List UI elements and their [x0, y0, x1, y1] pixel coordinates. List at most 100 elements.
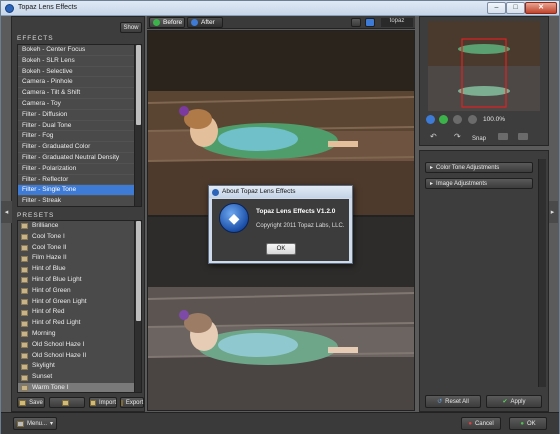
- close-button[interactable]: ✕: [525, 2, 557, 14]
- diamond-logo-icon: ◆: [219, 203, 249, 233]
- preset-label: Brilliance: [32, 222, 59, 229]
- save-label: Save: [29, 399, 43, 406]
- effects-scrollbar[interactable]: [134, 45, 141, 206]
- effects-scroll-thumb[interactable]: [136, 45, 141, 125]
- presets-scroll-thumb[interactable]: [136, 221, 141, 321]
- preset-label: Hint of Green Light: [32, 297, 87, 305]
- effect-item[interactable]: Filter - Fog: [18, 131, 134, 143]
- effect-item[interactable]: Bokeh - Center Focus: [18, 45, 134, 56]
- dialog-ok-button[interactable]: OK: [266, 243, 296, 255]
- minimize-button[interactable]: –: [487, 2, 506, 14]
- effect-item[interactable]: Filter - Polarization: [18, 164, 134, 175]
- export-button[interactable]: Export: [120, 397, 144, 408]
- preset-label: Hint of Red Light: [32, 319, 81, 327]
- single-view-button[interactable]: [351, 18, 361, 27]
- effect-item[interactable]: Bokeh - Selective: [18, 67, 134, 78]
- preset-item[interactable]: Cool Tone II: [18, 243, 134, 254]
- zoom-out-icon[interactable]: [426, 115, 435, 124]
- effects-header: EFFECTS: [17, 35, 54, 42]
- color-tone-adjustments-section[interactable]: ▸ Color Tone Adjustments: [425, 162, 533, 173]
- dialog-body: ◆ Topaz Lens Effects V1.2.0 Copyright 20…: [212, 199, 349, 261]
- ok-button[interactable]: ● OK: [509, 417, 547, 430]
- show-button[interactable]: Show: [120, 22, 142, 33]
- left-collapse-arrow[interactable]: ◂: [1, 201, 12, 223]
- preset-item[interactable]: Sunset: [18, 372, 134, 383]
- effect-item[interactable]: Camera - Tilt & Shift: [18, 88, 134, 99]
- tab-after[interactable]: After: [187, 17, 223, 28]
- preview-toolbar: Before After topaz: [147, 16, 415, 29]
- preset-label: Skylight: [32, 362, 55, 370]
- preset-item[interactable]: Skylight: [18, 361, 134, 372]
- save-preset-button[interactable]: Save: [17, 397, 45, 408]
- cancel-button[interactable]: ● Cancel: [461, 417, 501, 430]
- undo-icon[interactable]: ↶: [430, 132, 437, 141]
- effect-item[interactable]: Bokeh - SLR Lens: [18, 56, 134, 67]
- effect-item[interactable]: Filter - Diffusion: [18, 110, 134, 121]
- maximize-button[interactable]: □: [506, 2, 525, 14]
- preset-item[interactable]: Hint of Red: [18, 307, 134, 318]
- preset-blank-button[interactable]: [49, 397, 85, 408]
- tab-before[interactable]: Before: [149, 17, 185, 28]
- preset-item[interactable]: Warm Tone I: [18, 382, 134, 392]
- image-adjustments-section[interactable]: ▸ Image Adjustments: [425, 178, 533, 189]
- redo-icon[interactable]: ↷: [454, 132, 461, 141]
- preset-item[interactable]: Old School Haze I: [18, 340, 134, 351]
- expand-arrow-icon: ▸: [430, 165, 434, 171]
- preset-icon: [21, 255, 28, 262]
- zoom-in-icon[interactable]: [439, 115, 448, 124]
- preset-item[interactable]: Hint of Green Light: [18, 297, 134, 308]
- snapshot-icon[interactable]: [498, 133, 508, 140]
- snap-button[interactable]: Snap: [472, 136, 486, 142]
- menu-button[interactable]: Menu... ▾: [13, 417, 57, 430]
- preset-icon: [62, 399, 69, 406]
- preset-label: Hint of Blue: [32, 265, 66, 273]
- product-name: Topaz Lens Effects V1.2.0: [256, 208, 336, 215]
- after-icon: [191, 19, 198, 26]
- import-button[interactable]: Import: [89, 397, 117, 408]
- preset-icon: [21, 298, 28, 305]
- preset-label: Old School Haze I: [32, 340, 85, 348]
- adjustments-scrollbar[interactable]: [538, 159, 546, 387]
- color-tone-label: Color Tone Adjustments: [436, 164, 500, 171]
- preset-label: Hint of Blue Light: [32, 275, 82, 283]
- navigator-thumbnail: [428, 21, 540, 111]
- split-view-button[interactable]: [365, 18, 375, 27]
- navigator-panel: 100.0% ↶ ↷ Snap: [419, 16, 549, 146]
- preset-item[interactable]: Film Haze II: [18, 253, 134, 264]
- zoom-level: 100.0%: [483, 116, 506, 123]
- preset-item[interactable]: Old School Haze II: [18, 351, 134, 362]
- title-bar: Topaz Lens Effects – □ ✕: [1, 1, 559, 16]
- preset-icon: [21, 342, 28, 349]
- preset-item[interactable]: Hint of Blue: [18, 264, 134, 275]
- check-icon: ✔: [502, 399, 508, 405]
- effect-item[interactable]: Filter - Reflector: [18, 175, 134, 186]
- effect-item[interactable]: Filter - Graduated Color: [18, 142, 134, 153]
- actual-size-icon[interactable]: [468, 115, 477, 124]
- preset-item[interactable]: Brilliance: [18, 221, 134, 232]
- preset-item[interactable]: Hint of Blue Light: [18, 275, 134, 286]
- fit-icon[interactable]: [453, 115, 462, 124]
- effect-item[interactable]: Filter - Streak: [18, 196, 134, 206]
- snapshot2-icon[interactable]: [518, 133, 528, 140]
- preset-item[interactable]: Hint of Red Light: [18, 318, 134, 329]
- effect-item[interactable]: Camera - Pinhole: [18, 77, 134, 89]
- preset-icon: [21, 309, 28, 316]
- preset-icon: [21, 223, 28, 230]
- preset-item[interactable]: Hint of Green: [18, 286, 134, 297]
- copyright-text: Copyright 2011 Topaz Labs, LLC.: [256, 223, 345, 229]
- effect-item[interactable]: Filter - Single Tone: [18, 185, 134, 197]
- window-title: Topaz Lens Effects: [18, 4, 78, 11]
- presets-items: Brilliance Cool Tone I Cool Tone II Film Ha…: [18, 221, 134, 392]
- preset-item[interactable]: Cool Tone I: [18, 232, 134, 243]
- effect-item[interactable]: Filter - Graduated Neutral Density: [18, 153, 134, 164]
- presets-scrollbar[interactable]: [134, 221, 141, 392]
- preset-icon: [21, 352, 28, 359]
- preset-label: Morning: [32, 329, 56, 337]
- cancel-icon: ●: [468, 420, 472, 427]
- preset-item[interactable]: Morning: [18, 329, 134, 340]
- reset-label: Reset All: [445, 398, 469, 405]
- reset-all-button[interactable]: ↺ Reset All: [425, 395, 481, 408]
- apply-button[interactable]: ✔ Apply: [486, 395, 542, 408]
- effect-item[interactable]: Filter - Dual Tone: [18, 121, 134, 132]
- effect-item[interactable]: Camera - Toy: [18, 99, 134, 110]
